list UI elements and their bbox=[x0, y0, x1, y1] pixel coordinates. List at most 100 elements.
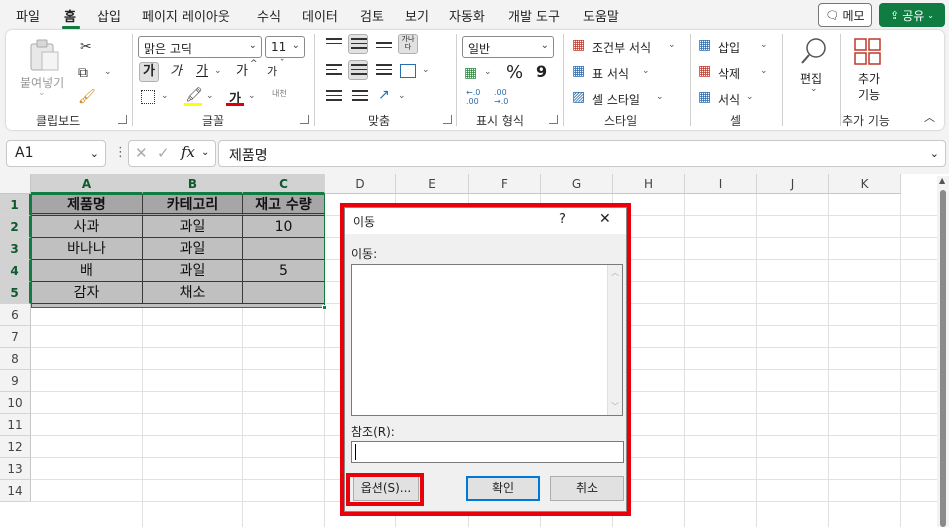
row-header-6[interactable]: 6 bbox=[0, 304, 31, 326]
menu-page-layout[interactable]: 페이지 레이아웃 bbox=[142, 6, 230, 25]
scroll-up-icon[interactable]: ︿ bbox=[611, 267, 619, 278]
column-header-c[interactable]: C bbox=[243, 174, 325, 194]
currency-icon[interactable]: ▦ bbox=[464, 66, 477, 80]
increase-indent-icon[interactable] bbox=[352, 90, 368, 104]
cancel-icon[interactable]: ✕ bbox=[135, 144, 148, 162]
row-header-3[interactable]: 3 bbox=[0, 238, 31, 260]
share-button[interactable]: ⇪ 공유 ⌄ bbox=[879, 3, 945, 27]
menu-view[interactable]: 보기 bbox=[405, 6, 429, 25]
italic-button[interactable]: 가 bbox=[166, 62, 186, 82]
row-header-10[interactable]: 10 bbox=[0, 392, 31, 414]
goto-list-scrollbar[interactable]: ︿ ﹀ bbox=[607, 265, 622, 415]
goto-list[interactable]: ︿ ﹀ bbox=[351, 264, 623, 416]
cell-c4[interactable]: 5 bbox=[243, 260, 325, 282]
collapse-ribbon-icon[interactable]: ︿ bbox=[924, 112, 935, 123]
alignment-launcher-icon[interactable] bbox=[443, 115, 452, 124]
cell-c3[interactable] bbox=[243, 238, 325, 260]
copy-icon[interactable]: ⧉ bbox=[78, 66, 88, 80]
reference-input[interactable] bbox=[351, 441, 624, 463]
row-header-13[interactable]: 13 bbox=[0, 458, 31, 480]
font-size-select[interactable]: 11 ⌄ bbox=[265, 36, 305, 58]
ok-button[interactable]: 확인 bbox=[466, 476, 540, 501]
align-top-icon[interactable] bbox=[326, 38, 342, 52]
percent-button[interactable]: % bbox=[506, 62, 523, 83]
vertical-scrollbar[interactable]: ▲ bbox=[937, 176, 949, 527]
shrink-font-button[interactable]: 가 bbox=[262, 62, 282, 82]
cell-b5[interactable]: 채소 bbox=[143, 282, 243, 304]
close-button[interactable]: ✕ bbox=[599, 211, 611, 227]
cell-b4[interactable]: 과일 bbox=[143, 260, 243, 282]
menu-file[interactable]: 파일 bbox=[16, 6, 40, 25]
column-header-g[interactable]: G bbox=[541, 174, 613, 194]
scroll-down-icon[interactable]: ﹀ bbox=[611, 401, 619, 412]
chevron-down-icon[interactable]: ⌄ bbox=[214, 67, 222, 76]
add-ins-button[interactable]: 추가 기능 bbox=[848, 36, 892, 106]
chevron-down-icon[interactable]: ⌄ bbox=[201, 147, 209, 158]
row-header-5[interactable]: 5 bbox=[0, 282, 31, 304]
menu-formulas[interactable]: 수식 bbox=[257, 6, 281, 25]
decrease-indent-icon[interactable] bbox=[326, 90, 342, 104]
help-button[interactable]: ? bbox=[559, 212, 566, 227]
memo-button[interactable]: 🗨 메모 bbox=[818, 3, 872, 27]
menu-review[interactable]: 검토 bbox=[360, 6, 384, 25]
row-header-4[interactable]: 4 bbox=[0, 260, 31, 282]
cell-b1[interactable]: 카테고리 bbox=[143, 194, 243, 216]
align-center-button[interactable] bbox=[348, 60, 368, 80]
chevron-down-icon[interactable]: ⌄ bbox=[104, 68, 112, 77]
column-header-d[interactable]: D bbox=[325, 174, 396, 194]
column-header-i[interactable]: I bbox=[685, 174, 757, 194]
options-button[interactable]: 옵션(S)... bbox=[353, 476, 419, 501]
chevron-down-icon[interactable]: ⌄ bbox=[422, 66, 430, 75]
merge-center-icon[interactable] bbox=[400, 64, 416, 78]
font-color-button[interactable]: 가 bbox=[226, 88, 244, 107]
chevron-down-icon[interactable]: ⌄ bbox=[206, 92, 214, 101]
menu-data[interactable]: 데이터 bbox=[302, 6, 338, 25]
menu-home[interactable]: 홈 bbox=[64, 6, 76, 25]
delete-cells-button[interactable]: ▦ 삭제 ⌄ bbox=[698, 64, 768, 82]
underline-button[interactable]: 가 bbox=[192, 62, 212, 82]
menu-automate[interactable]: 자동화 bbox=[449, 6, 485, 25]
border-icon[interactable] bbox=[141, 90, 155, 104]
scrollbar-thumb[interactable] bbox=[940, 190, 946, 527]
wrap-text-button[interactable]: 가나다 bbox=[398, 34, 418, 54]
decrease-decimal-icon[interactable]: .00 →.0 bbox=[494, 88, 508, 106]
row-header-1[interactable]: 1 bbox=[0, 194, 31, 216]
column-header-a[interactable]: A bbox=[31, 174, 143, 194]
chevron-down-icon[interactable]: ⌄ bbox=[161, 92, 169, 101]
expand-formula-icon[interactable]: ⌄ bbox=[930, 147, 939, 160]
comma-button[interactable]: 9 bbox=[536, 62, 547, 81]
row-header-11[interactable]: 11 bbox=[0, 414, 31, 436]
row-header-2[interactable]: 2 bbox=[0, 216, 31, 238]
menu-insert[interactable]: 삽입 bbox=[97, 6, 121, 25]
cell-a5[interactable]: 감자 bbox=[31, 282, 143, 304]
insert-function-button[interactable]: fx bbox=[181, 143, 195, 161]
column-header-f[interactable]: F bbox=[469, 174, 541, 194]
number-launcher-icon[interactable] bbox=[549, 115, 558, 124]
chevron-down-icon[interactable]: ⌄ bbox=[248, 92, 256, 101]
orientation-icon[interactable]: ↗ bbox=[378, 88, 390, 102]
cell-a1[interactable]: 제품명 bbox=[31, 194, 143, 216]
align-middle-button[interactable] bbox=[348, 34, 368, 54]
fill-handle[interactable] bbox=[322, 305, 327, 310]
more-options-icon[interactable]: ⋮ bbox=[114, 145, 127, 160]
grow-font-button[interactable]: 가 bbox=[232, 62, 252, 82]
increase-decimal-icon[interactable]: ←.0.00 bbox=[466, 88, 480, 106]
conditional-formatting-button[interactable]: ▦ 조건부 서식 ⌄ bbox=[572, 38, 682, 56]
align-right-icon[interactable] bbox=[376, 64, 392, 78]
cell-a3[interactable]: 바나나 bbox=[31, 238, 143, 260]
align-left-icon[interactable] bbox=[326, 64, 342, 78]
row-header-8[interactable]: 8 bbox=[0, 348, 31, 370]
cell-c1[interactable]: 재고 수량 bbox=[243, 194, 325, 216]
cell-b3[interactable]: 과일 bbox=[143, 238, 243, 260]
cell-b2[interactable]: 과일 bbox=[143, 216, 243, 238]
cancel-button[interactable]: 취소 bbox=[550, 476, 624, 501]
column-header-h[interactable]: H bbox=[613, 174, 685, 194]
cell-c5[interactable] bbox=[243, 282, 325, 304]
row-header-7[interactable]: 7 bbox=[0, 326, 31, 348]
column-header-j[interactable]: J bbox=[757, 174, 829, 194]
column-header-e[interactable]: E bbox=[396, 174, 469, 194]
font-name-select[interactable]: 맑은 고딕 ⌄ bbox=[138, 36, 262, 58]
cell-c2[interactable]: 10 bbox=[243, 216, 325, 238]
menu-developer[interactable]: 개발 도구 bbox=[508, 6, 560, 25]
cell-styles-button[interactable]: ▨ 셀 스타일 ⌄ bbox=[572, 90, 682, 108]
